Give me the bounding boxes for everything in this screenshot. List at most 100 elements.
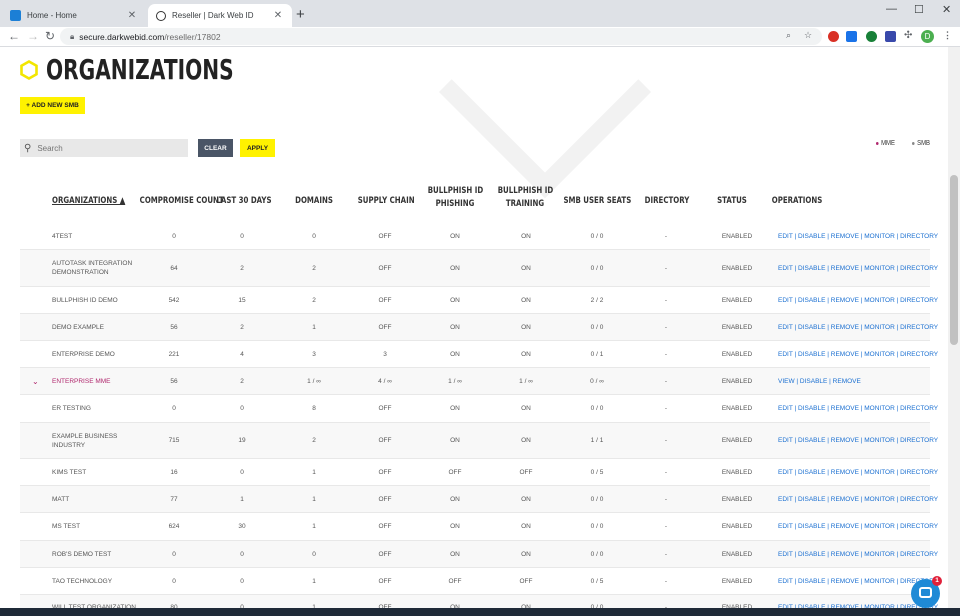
header-supply-chain[interactable]: SUPPLY CHAIN xyxy=(358,195,415,208)
cell-domains: 1 xyxy=(312,577,316,585)
cell-training: OFF xyxy=(519,577,533,585)
chat-bubble-icon xyxy=(919,587,932,598)
table-row: 4TEST 0 0 0 OFF ON ON 0 / 0 - ENABLED EDIT | DISAB… xyxy=(20,224,938,250)
cell-domains: 3 xyxy=(312,350,316,358)
page-title: ORGANIZATIONS xyxy=(46,53,234,86)
cell-directory: - xyxy=(664,495,668,503)
cell-status: ENABLED xyxy=(721,577,753,585)
minimize-button[interactable]: — xyxy=(886,3,897,15)
cell-training: ON xyxy=(521,350,531,358)
header-domains[interactable]: DOMAINS xyxy=(291,195,338,208)
row-operations-links[interactable]: EDIT | DISABLE | REMOVE | MONITOR | DIRE… xyxy=(778,224,938,249)
cell-seats: 0 / 0 xyxy=(590,495,604,503)
row-operations-links[interactable]: EDIT | DISABLE | REMOVE | MONITOR | DIRE… xyxy=(778,459,938,485)
cell-phishing: ON xyxy=(450,437,460,444)
cell-seats: 0 / 0 xyxy=(590,405,604,412)
cell-training: ON xyxy=(521,523,531,530)
cell-seats: 0 / 0 xyxy=(590,323,604,331)
cell-status: ENABLED xyxy=(721,233,753,240)
profile-avatar[interactable]: D xyxy=(921,30,934,43)
extensions-puzzle-icon[interactable]: ✣ xyxy=(904,30,912,41)
row-operations-links[interactable]: EDIT | DISABLE | REMOVE | MONITOR | DIRE… xyxy=(778,314,938,340)
new-tab-button[interactable]: + xyxy=(296,7,305,22)
cell-domains: 1 xyxy=(312,523,316,530)
search-icon: ⚲ xyxy=(24,142,32,154)
url-field[interactable]: 🔒︎ secure.darkwebid.com/reseller/17802 xyxy=(60,28,822,45)
reload-icon[interactable]: ↻ xyxy=(45,29,55,43)
row-operations-links[interactable]: EDIT | DISABLE | REMOVE | MONITOR | DIRE… xyxy=(778,541,938,567)
apply-button[interactable]: APPLY xyxy=(240,139,275,157)
header-phishing[interactable]: BULLPHISH ID PHISHING xyxy=(428,185,483,211)
cell-supply: OFF xyxy=(378,437,392,444)
cell-phishing: ON xyxy=(450,405,460,412)
row-operations-links[interactable]: VIEW | DISABLE | REMOVE xyxy=(778,368,938,394)
expand-chevron-icon[interactable]: ⌄ xyxy=(32,368,39,394)
url-host: secure.darkwebid.com xyxy=(79,31,165,42)
cell-domains: 2 xyxy=(312,264,316,272)
table-row: MATT 77 1 1 OFF ON ON 0 / 0 - ENABLED EDIT | DISAB… xyxy=(20,486,938,513)
header-status[interactable]: STATUS xyxy=(709,195,756,208)
bookmark-star-icon[interactable]: ☆ xyxy=(804,30,812,41)
cell-phishing: ON xyxy=(450,523,460,530)
row-operations-links[interactable]: EDIT | DISABLE | REMOVE | MONITOR | DIRE… xyxy=(778,486,938,512)
row-operations-links[interactable]: EDIT | DISABLE | REMOVE | MONITOR | DIRE… xyxy=(778,341,938,367)
cell-last30: 4 xyxy=(240,350,244,358)
browser-menu-icon[interactable]: ⋮ xyxy=(943,30,952,41)
table-row: ROB'S DEMO TEST 0 0 0 OFF ON ON 0 / 0 - ENABLED ED… xyxy=(20,541,938,568)
cell-domains: 1 xyxy=(312,323,316,331)
row-operations-links[interactable]: EDIT | DISABLE | REMOVE | MONITOR | DIRE… xyxy=(778,513,938,540)
table-row: ENTERPRISE DEMO 221 4 3 3 ON ON 0 / 1 - ENABLED ED… xyxy=(20,341,938,368)
zoom-icon[interactable]: ⌕ xyxy=(786,30,791,41)
cell-supply: OFF xyxy=(378,405,392,412)
cell-supply: 3 xyxy=(383,350,387,358)
browser-tab-home[interactable]: Home - Home ✕ xyxy=(2,4,146,27)
cell-compromise: 0 xyxy=(172,405,176,412)
cell-compromise: 56 xyxy=(170,323,178,331)
search-input[interactable] xyxy=(37,143,178,153)
cell-training: OFF xyxy=(519,468,533,476)
row-operations-links[interactable]: EDIT | DISABLE | REMOVE | MONITOR | DIRE… xyxy=(778,287,938,313)
lock-icon: 🔒︎ xyxy=(70,31,75,41)
extension-red-icon[interactable] xyxy=(828,31,839,42)
extension-shield-icon[interactable] xyxy=(885,31,896,42)
add-new-smb-button[interactable]: + ADD NEW SMB xyxy=(20,97,85,114)
cell-domains: 1 xyxy=(312,468,316,476)
header-phishing-line1: BULLPHISH ID xyxy=(427,186,484,196)
cell-compromise: 624 xyxy=(168,523,180,530)
close-window-button[interactable]: ✕ xyxy=(942,3,951,16)
row-operations-links[interactable]: EDIT | DISABLE | REMOVE | MONITOR | DIRE… xyxy=(778,423,938,458)
cell-training: ON xyxy=(521,550,531,558)
cell-directory: - xyxy=(664,264,668,272)
header-compromise-count[interactable]: COMPROMISE COUNT xyxy=(140,195,224,208)
cell-supply: 4 / ∞ xyxy=(378,377,392,385)
clear-button[interactable]: CLEAR xyxy=(198,139,233,157)
cell-compromise: 77 xyxy=(170,495,178,503)
header-training[interactable]: BULLPHISH ID TRAINING xyxy=(498,185,553,211)
cell-training: ON xyxy=(521,405,531,412)
back-arrow-icon[interactable]: ← xyxy=(8,29,20,43)
header-smb-user-seats[interactable]: SMB USER SEATS xyxy=(563,195,631,208)
forward-arrow-icon[interactable]: → xyxy=(27,29,39,43)
cell-domains: 1 / ∞ xyxy=(307,377,321,385)
header-organizations[interactable]: ORGANIZATIONS ▲ xyxy=(52,195,125,208)
home-favicon-icon xyxy=(10,10,21,21)
extension-translate-icon[interactable] xyxy=(846,31,857,42)
row-operations-links[interactable]: EDIT | DISABLE | REMOVE | MONITOR | DIRE… xyxy=(778,395,938,422)
org-name: ROB'S DEMO TEST xyxy=(52,550,112,558)
cell-status: ENABLED xyxy=(721,437,753,444)
header-operations: OPERATIONS xyxy=(771,196,823,206)
close-tab-icon[interactable]: ✕ xyxy=(272,10,284,21)
cell-seats: 0 / 0 xyxy=(590,523,604,530)
header-last-30-days[interactable]: LAST 30 DAYS xyxy=(216,195,272,208)
close-tab-icon[interactable]: ✕ xyxy=(126,10,138,21)
org-name: ER TESTING xyxy=(52,405,91,412)
cell-training: ON xyxy=(521,296,531,304)
extension-check-icon[interactable] xyxy=(866,31,877,42)
header-directory[interactable]: DIRECTORY xyxy=(640,195,695,208)
maximize-button[interactable]: ☐ xyxy=(914,3,924,16)
row-operations-links[interactable]: EDIT | DISABLE | REMOVE | MONITOR | DIRE… xyxy=(778,250,938,286)
page-scrollbar[interactable] xyxy=(948,47,960,608)
browser-tab-reseller[interactable]: Reseller | Dark Web ID ✕ xyxy=(148,4,292,27)
scrollbar-thumb[interactable] xyxy=(950,175,958,345)
org-name: AUTOTASK INTEGRATION DEMONSTRATION xyxy=(52,260,133,276)
